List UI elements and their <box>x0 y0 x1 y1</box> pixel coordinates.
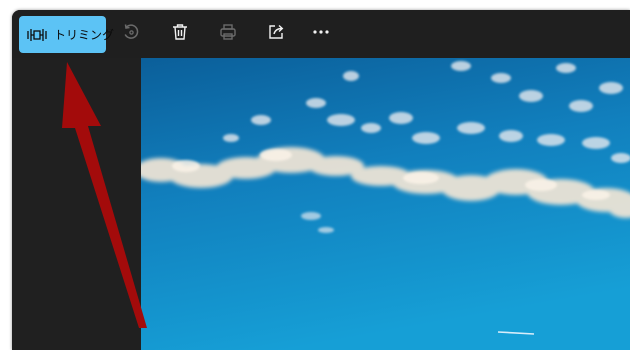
toolbar: トリミング <box>12 10 630 58</box>
left-pane <box>12 58 141 350</box>
more-icon <box>312 23 330 45</box>
print-button[interactable] <box>217 23 239 45</box>
trim-button[interactable]: トリミング <box>19 16 114 53</box>
photos-app-window: トリミング <box>12 10 630 350</box>
photo-image <box>141 58 630 350</box>
rotate-icon <box>121 22 141 46</box>
trash-icon <box>171 23 189 45</box>
share-button[interactable] <box>265 23 287 45</box>
trim-button-label: トリミング <box>54 28 115 42</box>
share-icon <box>267 23 285 45</box>
more-options-button[interactable] <box>310 23 332 45</box>
delete-button[interactable] <box>169 23 191 45</box>
crop-icon <box>27 27 47 43</box>
rotate-button[interactable] <box>120 23 142 45</box>
printer-icon <box>219 23 237 45</box>
